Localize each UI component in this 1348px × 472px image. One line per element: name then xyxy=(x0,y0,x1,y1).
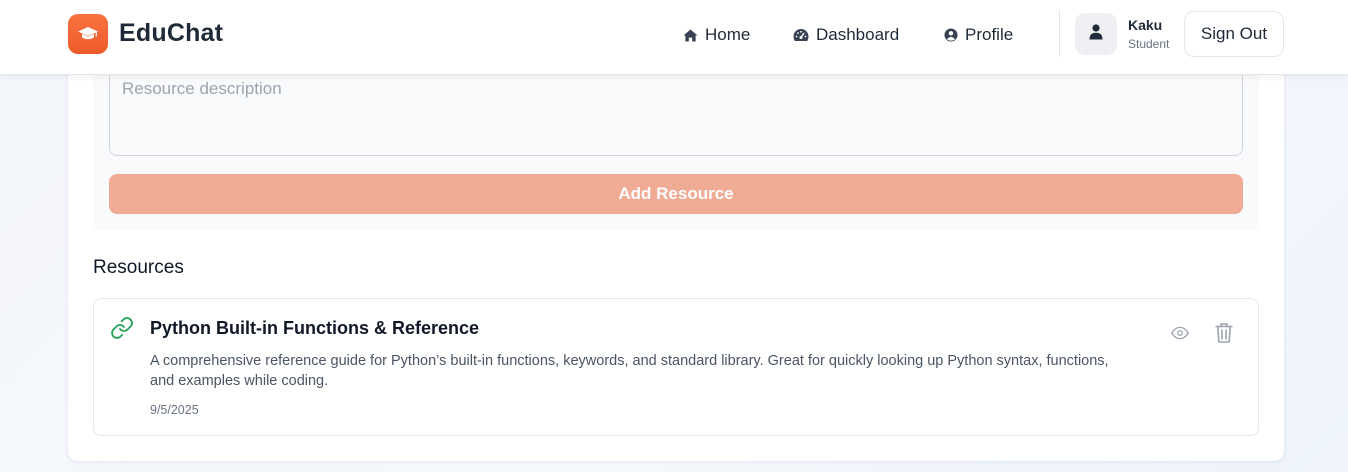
graduation-cap-icon[interactable] xyxy=(68,14,108,54)
nav-dashboard-link[interactable]: Dashboard xyxy=(793,24,899,46)
user-avatar[interactable] xyxy=(1075,13,1117,55)
link-icon xyxy=(110,316,134,345)
user-icon xyxy=(1089,23,1103,45)
resources-heading: Resources xyxy=(93,257,184,278)
trash-icon[interactable] xyxy=(1214,322,1234,349)
nav-home-label: Home xyxy=(705,25,751,44)
nav-dashboard-label: Dashboard xyxy=(816,25,900,44)
brand-name[interactable]: EduChat xyxy=(119,19,223,48)
add-resource-button[interactable]: Add Resource xyxy=(109,174,1243,214)
resource-date: 9/5/2025 xyxy=(150,403,199,417)
dashboard-gauge-icon xyxy=(793,28,809,42)
sign-out-button[interactable]: Sign Out xyxy=(1184,11,1284,57)
top-navbar: EduChat Home Dashboard Profile Kaku Stud… xyxy=(0,0,1348,75)
user-name: Kaku xyxy=(1128,17,1163,33)
home-icon xyxy=(683,28,698,42)
user-circle-icon xyxy=(944,28,958,42)
eye-icon[interactable] xyxy=(1170,324,1190,347)
nav-profile-link[interactable]: Profile xyxy=(944,24,1013,46)
nav-divider xyxy=(1059,10,1060,57)
user-role: Student xyxy=(1128,37,1170,51)
nav-profile-label: Profile xyxy=(965,25,1014,44)
resource-description: A comprehensive reference guide for Pyth… xyxy=(150,353,1109,389)
nav-home-link[interactable]: Home xyxy=(683,24,750,46)
resource-title[interactable]: Python Built-in Functions & Reference xyxy=(150,318,479,339)
